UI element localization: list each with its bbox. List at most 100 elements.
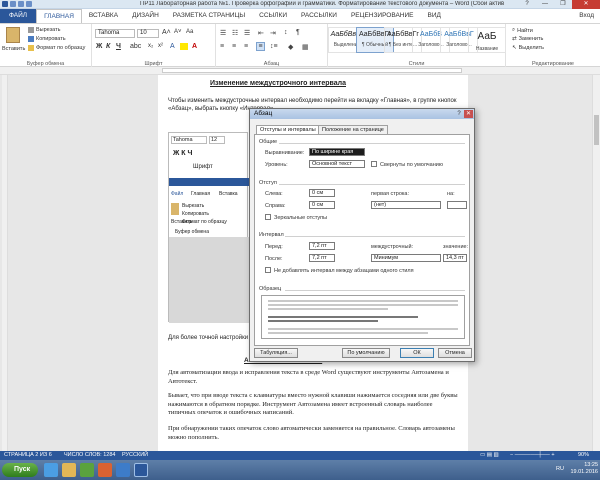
line-spacing-icon[interactable]: ↕≡ — [270, 43, 278, 50]
spacing-before-input[interactable]: 7,2 пт — [309, 242, 335, 250]
line-value-input[interactable]: 14,3 пт — [443, 254, 467, 262]
justify-icon[interactable]: ≡ — [256, 42, 265, 51]
numbering-icon[interactable]: ☷ — [232, 29, 238, 37]
subscript-icon[interactable]: x₂ — [148, 43, 153, 49]
language[interactable]: РУССКИЙ — [122, 451, 148, 460]
tray-language[interactable]: RU — [556, 466, 564, 473]
indent-right-input[interactable]: 0 см — [309, 201, 335, 209]
tab-file[interactable]: ФАЙЛ — [0, 9, 37, 23]
grow-font-icon[interactable]: A˄ — [162, 29, 171, 36]
save-icon[interactable] — [10, 1, 16, 7]
select-button[interactable]: ↖ Выделить — [512, 45, 544, 51]
change-case-icon[interactable]: Aa — [186, 29, 193, 35]
shading-icon[interactable]: ◆ — [288, 43, 293, 51]
decrease-indent-icon[interactable]: ⇤ — [258, 29, 264, 37]
style-title[interactable]: АаБ Название — [468, 27, 506, 53]
collapsed-checkbox[interactable] — [371, 161, 377, 167]
highlight-icon[interactable] — [180, 43, 188, 50]
text-effects-icon[interactable]: A — [170, 43, 175, 50]
indent-left-label: Слева: — [265, 191, 283, 197]
minimize-button[interactable]: — — [536, 0, 554, 9]
increase-indent-icon[interactable]: ⇥ — [270, 29, 276, 37]
tab-indents-spacing[interactable]: Отступы и интервалы — [256, 125, 320, 134]
zoom-level[interactable]: 90% — [578, 451, 589, 460]
spacing-after-input[interactable]: 7,2 пт — [309, 254, 335, 262]
tray-date[interactable]: 19.01.2016 — [570, 469, 598, 476]
pilcrow-icon[interactable]: ¶ — [296, 29, 300, 36]
word-count[interactable]: ЧИСЛО СЛОВ: 1284 — [64, 451, 115, 460]
alignment-select[interactable]: По ширине края — [309, 148, 365, 156]
dialog-close-button[interactable]: ✕ — [464, 110, 473, 118]
tab-insert[interactable]: ВСТАВКА — [82, 9, 125, 23]
maximize-button[interactable]: ❐ — [554, 0, 572, 9]
zoom-slider[interactable]: − ──────┼── + — [510, 451, 555, 460]
borders-icon[interactable]: ▦ — [302, 43, 309, 51]
line-spacing-select[interactable]: Минимум — [371, 254, 441, 262]
font-size-select[interactable]: 10 — [137, 29, 159, 38]
outline-level-select[interactable]: Основной текст — [309, 160, 365, 168]
page-count[interactable]: СТРАНИЦА 2 ИЗ 6 — [4, 451, 52, 460]
ok-button[interactable]: ОК — [400, 348, 434, 358]
cut-button[interactable]: Вырезать — [28, 27, 60, 33]
scrollbar-thumb[interactable] — [594, 115, 599, 145]
indent-by-input[interactable] — [447, 201, 467, 209]
sort-icon[interactable]: ↕ — [284, 29, 288, 36]
strikethrough-icon[interactable]: abc — [130, 43, 141, 50]
tab-layout[interactable]: РАЗМЕТКА СТРАНИЦЫ — [166, 9, 252, 23]
tabs-button[interactable]: Табуляция... — [254, 348, 298, 358]
embedded-font-box: Tahoma — [171, 136, 207, 144]
app-icon[interactable] — [98, 463, 112, 477]
align-left-icon[interactable]: ≡ — [220, 43, 224, 50]
vertical-scrollbar[interactable] — [592, 75, 600, 451]
tab-design[interactable]: ДИЗАЙН — [125, 9, 166, 23]
tab-view[interactable]: ВИД — [420, 9, 447, 23]
embedded-screenshot[interactable]: Tahoma 12 Ж К Ч Шрифт Файл Главная Встав… — [168, 132, 249, 323]
multilevel-list-icon[interactable]: ☰ — [244, 29, 250, 37]
replace-button[interactable]: ⇄ Заменить — [512, 36, 543, 42]
help-button[interactable]: ? — [518, 0, 536, 9]
align-center-icon[interactable]: ≡ — [232, 43, 236, 50]
paste-button[interactable]: Вставить — [2, 46, 25, 52]
superscript-icon[interactable]: x² — [158, 43, 163, 49]
font-color-icon[interactable]: A — [192, 43, 197, 50]
undo-icon[interactable] — [18, 1, 24, 7]
shrink-font-icon[interactable]: A˅ — [174, 29, 182, 35]
no-space-same-style-checkbox[interactable] — [265, 267, 271, 273]
underline-button[interactable]: Ч — [116, 43, 121, 50]
paste-icon[interactable] — [6, 27, 20, 43]
tab-line-page-breaks[interactable]: Положение на странице — [318, 125, 388, 134]
bold-button[interactable]: Ж — [96, 43, 102, 50]
word-taskbar-icon[interactable] — [134, 463, 148, 477]
close-button[interactable]: ✕ — [572, 0, 600, 9]
tray-time[interactable]: 13:25 — [570, 462, 598, 469]
media-icon[interactable] — [80, 463, 94, 477]
font-name-select[interactable]: Tahoma — [95, 29, 135, 38]
indent-left-input[interactable]: 0 см — [309, 189, 335, 197]
start-button[interactable]: Пуск — [2, 463, 38, 477]
find-button[interactable]: ⌕ Найти — [512, 27, 533, 34]
tab-home[interactable]: ГЛАВНАЯ — [36, 9, 82, 23]
redo-icon[interactable] — [26, 1, 32, 7]
replace-label: Заменить — [518, 36, 544, 42]
mirror-indents-checkbox[interactable] — [265, 214, 271, 220]
tab-review[interactable]: РЕЦЕНЗИРОВАНИЕ — [344, 9, 421, 23]
tab-mailings[interactable]: РАССЫЛКИ — [294, 9, 344, 23]
dialog-help-button[interactable]: ? — [455, 110, 463, 118]
italic-button[interactable]: К — [106, 43, 110, 50]
tab-references[interactable]: ССЫЛКИ — [252, 9, 294, 23]
chrome-icon[interactable] — [116, 463, 130, 477]
scissors-icon — [28, 27, 34, 33]
set-default-button[interactable]: По умолчанию — [342, 348, 390, 358]
view-buttons[interactable]: ▭ ▤ ▥ — [480, 451, 499, 460]
format-painter-button[interactable]: Формат по образцу — [28, 45, 85, 51]
explorer-icon[interactable] — [62, 463, 76, 477]
ie-icon[interactable] — [44, 463, 58, 477]
horizontal-ruler[interactable] — [0, 67, 600, 75]
first-line-select[interactable]: (нет) — [371, 201, 441, 209]
bullets-icon[interactable]: ☰ — [220, 29, 226, 37]
vertical-ruler[interactable] — [2, 75, 8, 451]
copy-button[interactable]: Копировать — [28, 36, 66, 42]
cancel-button[interactable]: Отмена — [438, 348, 472, 358]
signin-link[interactable]: Вход — [572, 9, 600, 23]
align-right-icon[interactable]: ≡ — [244, 43, 248, 50]
